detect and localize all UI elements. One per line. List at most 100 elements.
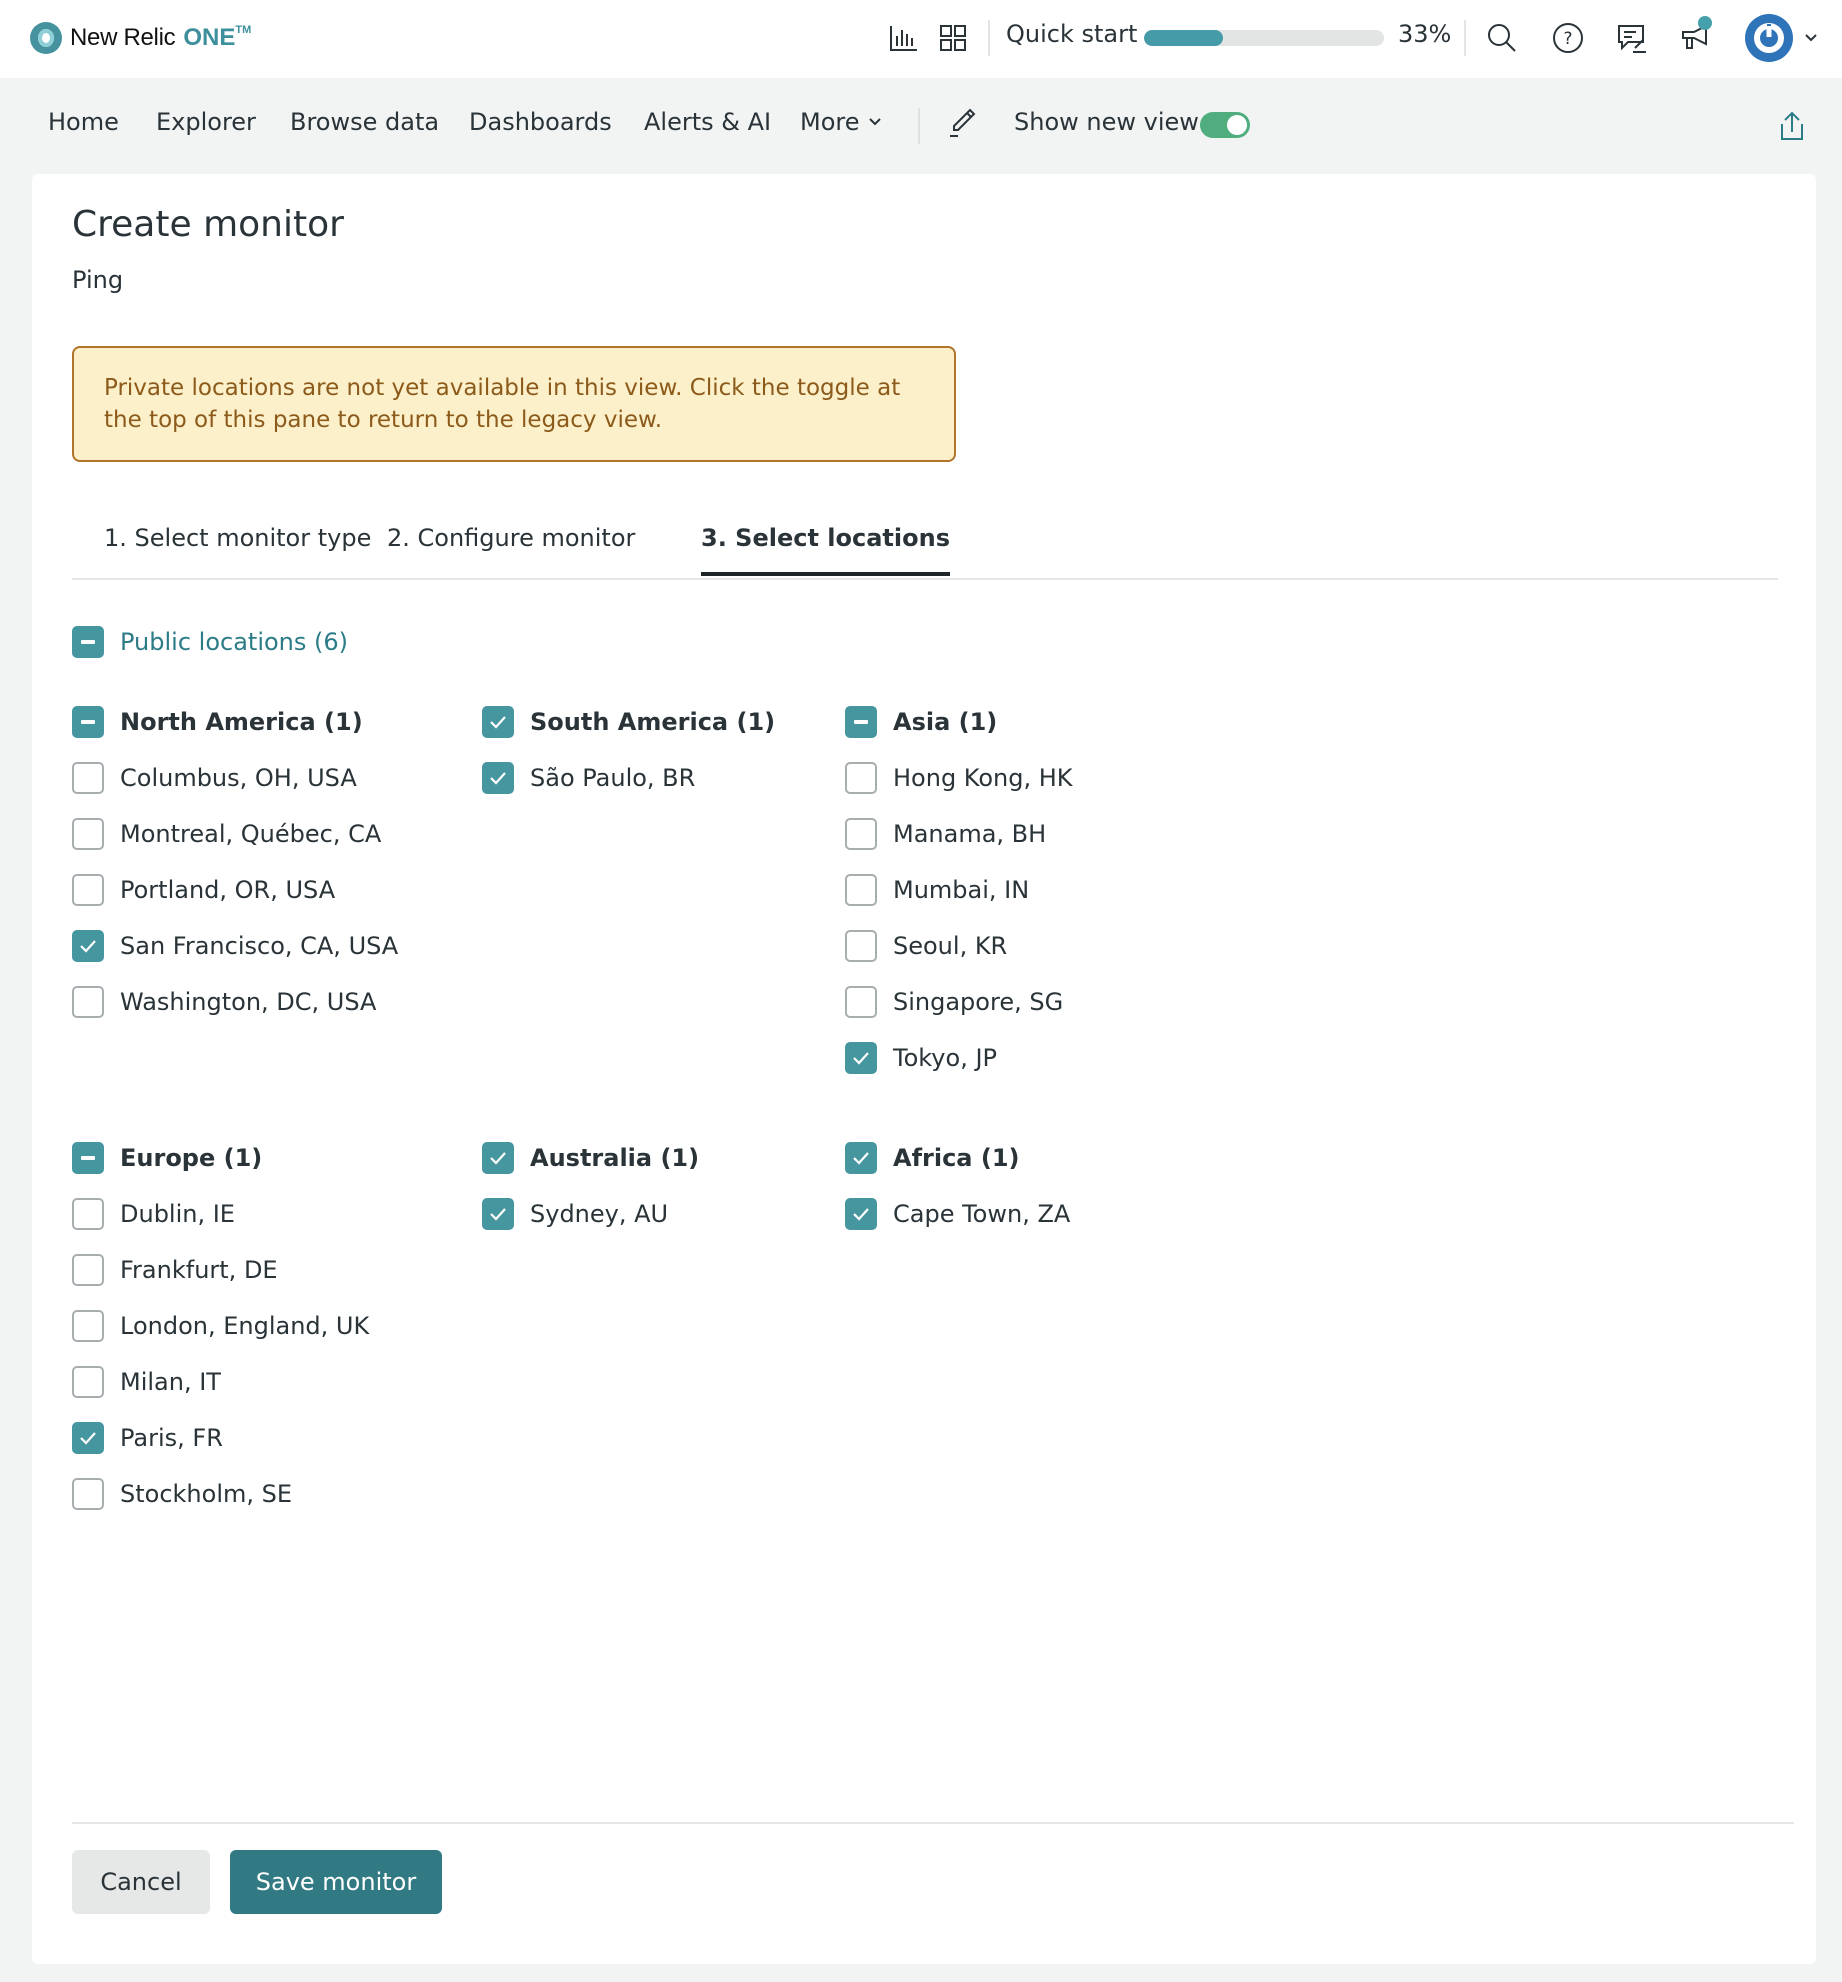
checkbox-box [72, 818, 104, 850]
checkbox-box [845, 818, 877, 850]
top-bar: New Relic ONETM Quick start 33% ? [0, 0, 1842, 78]
pencil-icon[interactable] [948, 106, 980, 138]
region-checkbox-europe[interactable]: Europe (1) [72, 1142, 262, 1174]
checkbox-box [845, 986, 877, 1018]
checkbox-box [72, 706, 104, 738]
location-label: Cape Town, ZA [893, 1200, 1071, 1228]
chevron-down-icon[interactable] [1795, 22, 1827, 54]
region-label: Asia (1) [893, 708, 998, 736]
checkbox-box [845, 1198, 877, 1230]
footer-divider [72, 1822, 1794, 1824]
monitor-type-subtitle: Ping [72, 266, 124, 294]
location-checkbox[interactable]: Tokyo, JP [845, 1042, 997, 1074]
location-checkbox[interactable]: Washington, DC, USA [72, 986, 376, 1018]
location-label: Frankfurt, DE [120, 1256, 278, 1284]
region-checkbox-north-america[interactable]: North America (1) [72, 706, 363, 738]
public-locations-label: Public locations (6) [120, 628, 349, 656]
nav-alerts-ai[interactable]: Alerts & AI [644, 108, 771, 136]
region-label: South America (1) [530, 708, 776, 736]
location-checkbox[interactable]: Manama, BH [845, 818, 1046, 850]
quick-start-label[interactable]: Quick start [1006, 20, 1137, 48]
public-locations-checkbox[interactable]: Public locations (6) [72, 626, 348, 658]
checkbox-box [72, 930, 104, 962]
location-label: Portland, OR, USA [120, 876, 336, 904]
location-checkbox[interactable]: Hong Kong, HK [845, 762, 1073, 794]
user-avatar[interactable] [1745, 14, 1793, 62]
location-label: Montreal, Québec, CA [120, 820, 382, 848]
location-checkbox[interactable]: Sydney, AU [482, 1198, 668, 1230]
show-new-view-label: Show new view [1014, 108, 1199, 136]
location-checkbox[interactable]: Paris, FR [72, 1422, 223, 1454]
help-icon[interactable]: ? [1552, 22, 1584, 54]
megaphone-icon[interactable] [1680, 16, 1712, 54]
location-label: Columbus, OH, USA [120, 764, 357, 792]
location-checkbox[interactable]: San Francisco, CA, USA [72, 930, 398, 962]
region-label: Australia (1) [530, 1144, 700, 1172]
show-new-view-toggle[interactable] [1200, 112, 1250, 138]
feedback-icon[interactable] [1616, 22, 1648, 54]
cancel-button[interactable]: Cancel [72, 1850, 210, 1914]
location-checkbox[interactable]: Seoul, KR [845, 930, 1007, 962]
nav-explorer[interactable]: Explorer [156, 108, 256, 136]
nav-home[interactable]: Home [48, 108, 119, 136]
region-checkbox-asia[interactable]: Asia (1) [845, 706, 997, 738]
main-nav: Home Explorer Browse data Dashboards Ale… [0, 78, 1842, 174]
tab-select-locations[interactable]: 3. Select locations [701, 524, 950, 576]
nav-more[interactable]: More [800, 108, 882, 136]
checkbox-box [72, 1310, 104, 1342]
checkbox-box [72, 1478, 104, 1510]
quick-start-percent: 33% [1398, 20, 1452, 48]
nav-more-label: More [800, 108, 860, 136]
nav-browse-data[interactable]: Browse data [290, 108, 439, 136]
location-checkbox[interactable]: Frankfurt, DE [72, 1254, 278, 1286]
notification-dot [1698, 16, 1712, 30]
quick-start-progress-bar[interactable] [1144, 30, 1384, 46]
location-label: Tokyo, JP [893, 1044, 998, 1072]
location-checkbox[interactable]: Columbus, OH, USA [72, 762, 357, 794]
location-checkbox[interactable]: Singapore, SG [845, 986, 1063, 1018]
checkbox-box [845, 930, 877, 962]
apps-grid-icon[interactable] [937, 22, 969, 54]
bar-chart-icon[interactable] [888, 22, 920, 54]
checkbox-box [845, 874, 877, 906]
region-checkbox-africa[interactable]: Africa (1) [845, 1142, 1020, 1174]
divider [918, 108, 920, 144]
tab-select-monitor-type[interactable]: 1. Select monitor type [104, 524, 371, 572]
location-checkbox[interactable]: Milan, IT [72, 1366, 221, 1398]
create-monitor-panel: Create monitor Ping Private locations ar… [32, 174, 1816, 1964]
checkbox-box [482, 1142, 514, 1174]
checkbox-box [72, 1198, 104, 1230]
checkbox-box [72, 1422, 104, 1454]
location-checkbox[interactable]: São Paulo, BR [482, 762, 695, 794]
checkbox-box [482, 762, 514, 794]
location-checkbox[interactable]: Mumbai, IN [845, 874, 1029, 906]
location-checkbox[interactable]: Dublin, IE [72, 1198, 235, 1230]
location-label: Paris, FR [120, 1424, 223, 1452]
share-icon[interactable] [1776, 110, 1808, 142]
wizard-tabs: 1. Select monitor type 2. Configure moni… [72, 474, 1778, 580]
nav-dashboards[interactable]: Dashboards [469, 108, 612, 136]
new-relic-logo[interactable]: New Relic ONETM [30, 22, 251, 54]
checkbox-box [72, 1366, 104, 1398]
checkbox-box [72, 1254, 104, 1286]
location-label: Singapore, SG [893, 988, 1064, 1016]
location-checkbox[interactable]: Montreal, Québec, CA [72, 818, 381, 850]
save-monitor-button[interactable]: Save monitor [230, 1850, 442, 1914]
region-checkbox-australia[interactable]: Australia (1) [482, 1142, 699, 1174]
region-checkbox-south-america[interactable]: South America (1) [482, 706, 775, 738]
location-checkbox[interactable]: Stockholm, SE [72, 1478, 292, 1510]
region-label: Europe (1) [120, 1144, 263, 1172]
location-checkbox[interactable]: London, England, UK [72, 1310, 369, 1342]
location-checkbox[interactable]: Portland, OR, USA [72, 874, 335, 906]
region-label: Africa (1) [893, 1144, 1020, 1172]
private-locations-warning: Private locations are not yet available … [72, 346, 956, 462]
location-label: Dublin, IE [120, 1200, 235, 1228]
search-icon[interactable] [1486, 22, 1518, 54]
checkbox-box [72, 986, 104, 1018]
tab-configure-monitor[interactable]: 2. Configure monitor [387, 524, 635, 572]
location-checkbox[interactable]: Cape Town, ZA [845, 1198, 1070, 1230]
divider [988, 20, 990, 56]
checkbox-box [72, 762, 104, 794]
checkbox-box [72, 1142, 104, 1174]
location-label: Milan, IT [120, 1368, 221, 1396]
